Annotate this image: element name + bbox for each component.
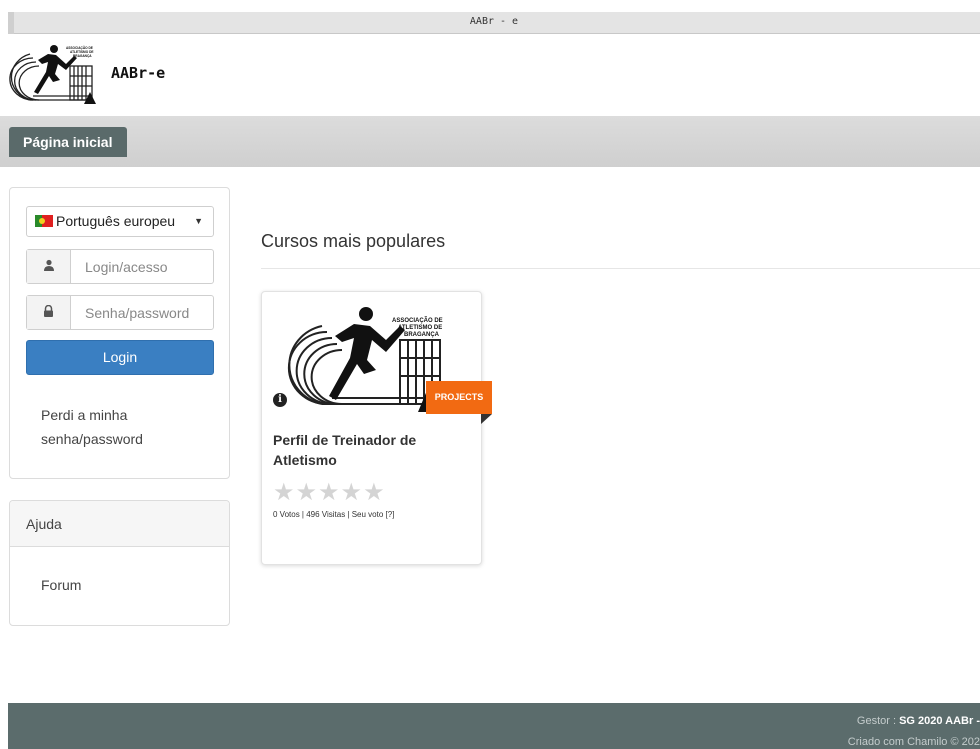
site-logo[interactable]: ASSOCIAÇÃO DE ATLETISMO DE BRAGANÇA xyxy=(8,44,108,106)
star-icon[interactable]: ★ xyxy=(341,479,363,506)
password-field xyxy=(26,295,214,330)
login-button[interactable]: Login xyxy=(26,340,214,375)
help-panel: Ajuda Forum xyxy=(9,500,230,626)
login-panel: Português europeu ▼ Login Perdi a minha … xyxy=(9,187,230,479)
footer-powered-by[interactable]: Criado com Chamilo © 202 xyxy=(848,736,980,748)
forum-link[interactable]: Forum xyxy=(41,577,81,593)
site-header: ASSOCIAÇÃO DE ATLETISMO DE BRAGANÇA AABr… xyxy=(0,34,980,116)
course-title[interactable]: Perfil de Treinador de Atletismo xyxy=(273,430,453,470)
user-icon xyxy=(27,250,71,283)
footer-manager: Gestor : SG 2020 AABr - xyxy=(857,715,980,727)
portugal-flag-icon xyxy=(35,215,53,227)
svg-text:BRAGANÇA: BRAGANÇA xyxy=(73,54,92,58)
star-icon[interactable]: ★ xyxy=(363,479,385,506)
star-icon[interactable]: ★ xyxy=(318,479,340,506)
star-icon[interactable]: ★ xyxy=(273,479,295,506)
window-titlebar: AABr - e xyxy=(8,12,980,34)
lock-icon xyxy=(27,296,71,329)
star-icon[interactable]: ★ xyxy=(296,479,318,506)
username-input[interactable] xyxy=(71,250,213,283)
password-input[interactable] xyxy=(71,296,213,329)
section-divider xyxy=(261,268,980,269)
language-label: Português europeu xyxy=(56,213,176,229)
footer-manager-name[interactable]: SG 2020 AABr - xyxy=(899,715,980,727)
category-ribbon: PROJECTS xyxy=(426,381,492,414)
course-stats: 0 Votos | 496 Visitas | Seu voto [?] xyxy=(273,510,395,519)
nav-home-tab[interactable]: Página inicial xyxy=(9,127,128,157)
rating-stars[interactable]: ★★★★★ xyxy=(273,480,386,506)
svg-text:ASSOCIAÇÃO DE: ASSOCIAÇÃO DE xyxy=(392,317,443,324)
help-panel-title: Ajuda xyxy=(10,501,229,547)
info-circle-icon[interactable]: i xyxy=(273,393,287,407)
svg-text:ATLETISMO DE: ATLETISMO DE xyxy=(398,325,442,331)
username-field xyxy=(26,249,214,284)
language-select[interactable]: Português europeu ▼ xyxy=(26,206,214,237)
site-footer: Gestor : SG 2020 AABr - Criado com Chami… xyxy=(8,703,980,749)
svg-text:BRAGANÇA: BRAGANÇA xyxy=(404,332,440,338)
footer-manager-label: Gestor : xyxy=(856,715,900,727)
window-title: AABr - e xyxy=(469,16,519,27)
main-navbar: Página inicial xyxy=(0,116,980,167)
ribbon-fold xyxy=(481,414,492,424)
site-name[interactable]: AABr-e xyxy=(111,64,165,82)
lost-password-link[interactable]: Perdi a minha senha/password xyxy=(41,403,181,451)
popular-courses-heading: Cursos mais populares xyxy=(261,231,446,251)
course-card[interactable]: ASSOCIAÇÃO DE ATLETISMO DE BRAGANÇA xyxy=(261,291,482,565)
caret-down-icon: ▼ xyxy=(194,216,203,226)
